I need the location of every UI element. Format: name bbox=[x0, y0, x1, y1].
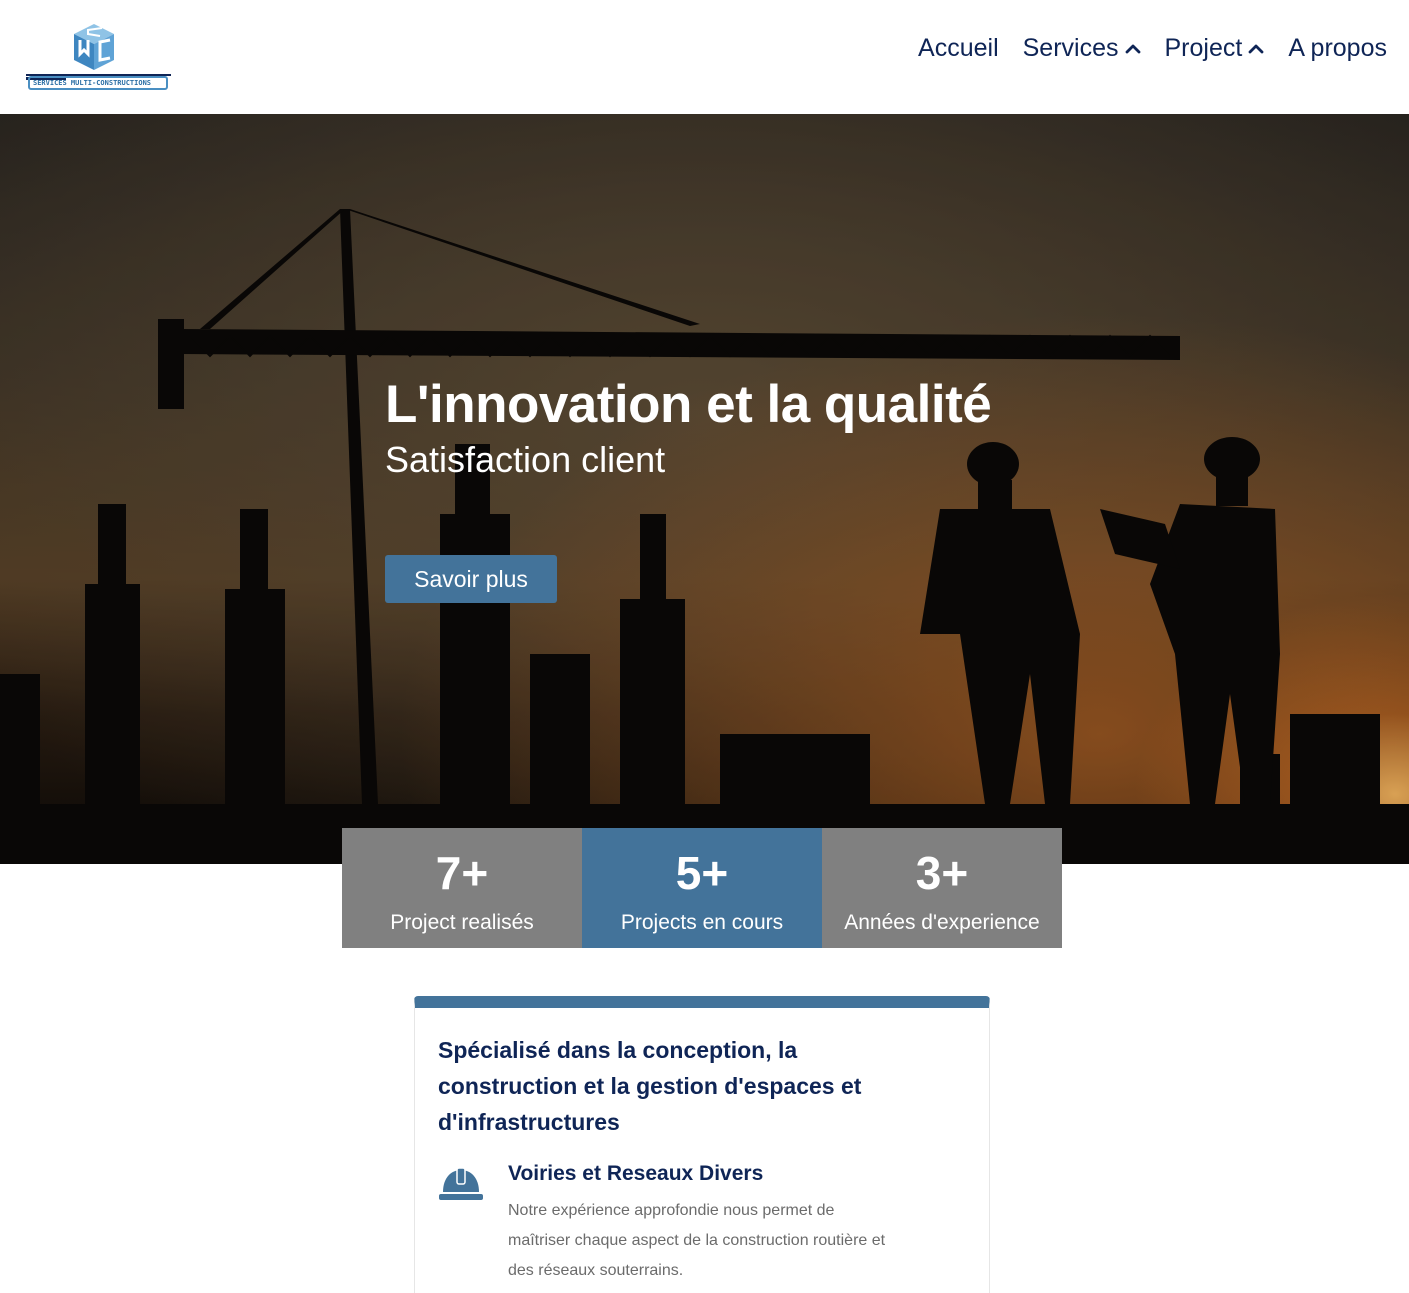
card-title: Spécialisé dans la conception, la constr… bbox=[438, 1037, 862, 1135]
savoir-plus-button[interactable]: Savoir plus bbox=[385, 555, 557, 603]
hero-content: L'innovation et la qualité Satisfaction … bbox=[385, 374, 992, 603]
site-header: SERVICES MULTI-CONSTRUCTIONS Accueil Ser… bbox=[0, 0, 1409, 114]
nav-label: Services bbox=[1022, 34, 1119, 62]
stat-value: 3+ bbox=[915, 847, 969, 899]
stat-label: Années d'experience bbox=[844, 911, 1040, 934]
feature-description: Notre expérience approfondie nous permet… bbox=[508, 1202, 886, 1279]
main-nav: Accueil Services Project A propos bbox=[894, 34, 1387, 63]
specialty-card: Spécialisé dans la conception, la constr… bbox=[414, 996, 990, 1293]
stats-bar: 7+ Project realisés 5+ Projects en cours… bbox=[342, 828, 1062, 948]
nav-label: Accueil bbox=[918, 34, 999, 62]
stat-card-experience: 3+ Années d'experience bbox=[822, 828, 1062, 948]
nav-label: A propos bbox=[1288, 34, 1387, 62]
feature-title: Voiries et Reseaux Divers bbox=[508, 1162, 764, 1185]
hero-title: L'innovation et la qualité bbox=[385, 375, 992, 434]
stat-value: 7+ bbox=[435, 847, 489, 899]
chevron-up-icon bbox=[1125, 44, 1140, 53]
stat-label: Project realisés bbox=[390, 911, 534, 934]
company-logo[interactable]: SERVICES MULTI-CONSTRUCTIONS bbox=[26, 20, 171, 92]
construction-silhouette-image bbox=[0, 114, 1409, 864]
nav-label: Project bbox=[1164, 34, 1243, 62]
stat-value: 5+ bbox=[675, 847, 729, 899]
logo-text: SERVICES MULTI-CONSTRUCTIONS bbox=[28, 76, 168, 90]
hero-banner: L'innovation et la qualité Satisfaction … bbox=[0, 114, 1409, 864]
nav-item-accueil[interactable]: Accueil bbox=[918, 34, 999, 63]
chevron-up-icon bbox=[1248, 44, 1264, 53]
hard-hat-icon bbox=[439, 1167, 483, 1200]
nav-item-services[interactable]: Services bbox=[1023, 34, 1141, 63]
nav-item-a-propos[interactable]: A propos bbox=[1288, 34, 1387, 63]
stat-card-en-cours: 5+ Projects en cours bbox=[582, 828, 822, 948]
nav-item-project[interactable]: Project bbox=[1165, 34, 1265, 63]
stat-label: Projects en cours bbox=[620, 911, 784, 934]
hero-subtitle: Satisfaction client bbox=[385, 439, 666, 480]
logo-cube-icon bbox=[26, 24, 171, 80]
stat-card-realises: 7+ Project realisés bbox=[342, 828, 582, 948]
